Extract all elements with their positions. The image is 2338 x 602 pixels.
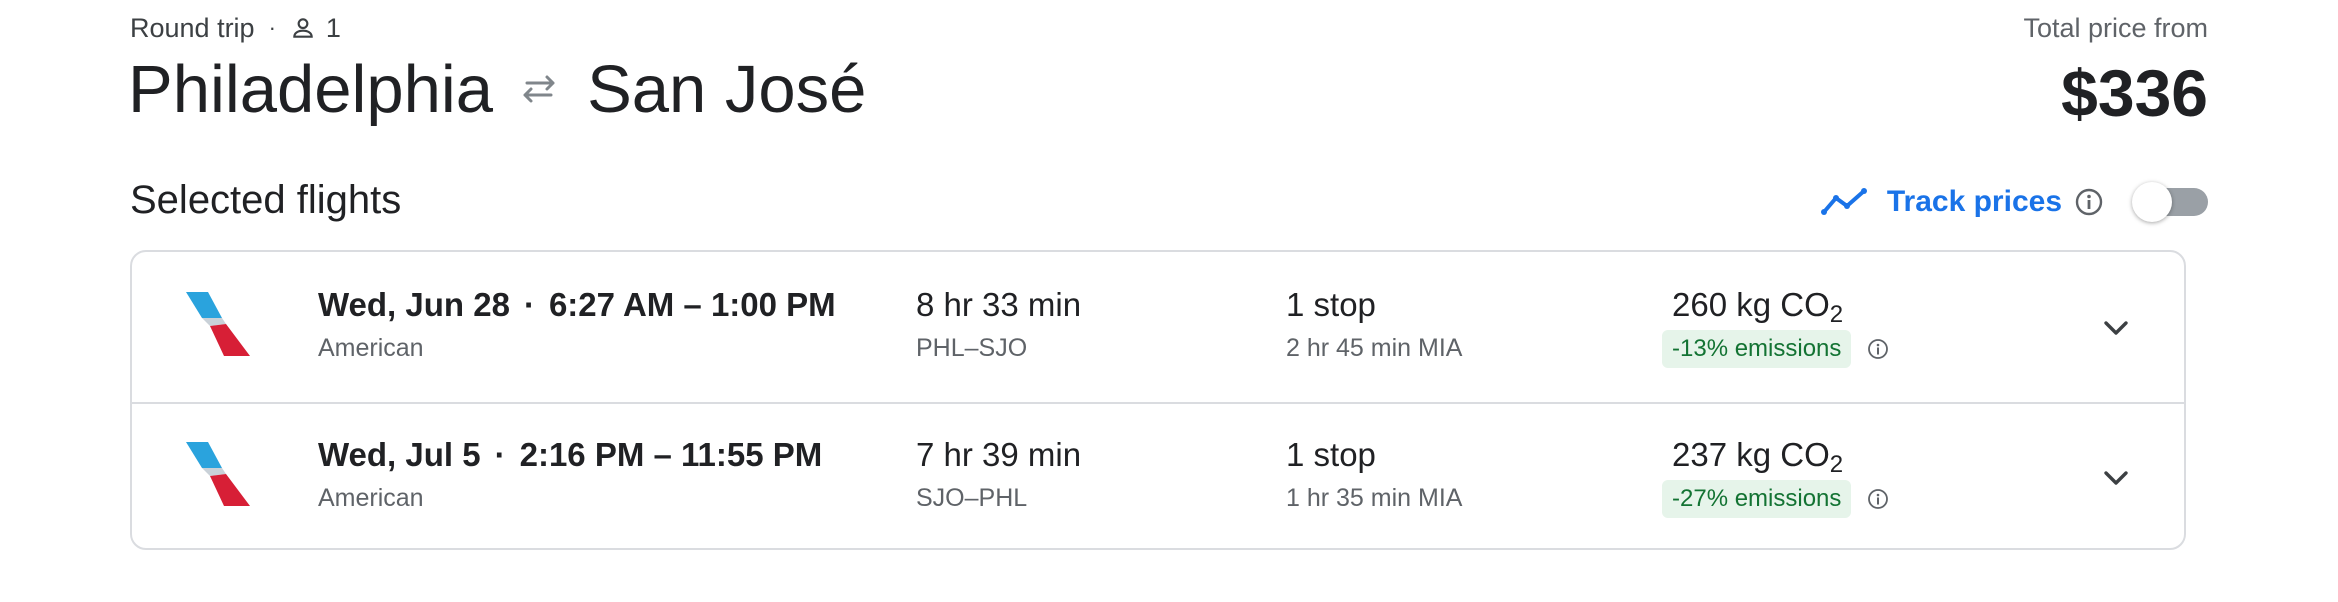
route-title: Philadelphia San José [128, 44, 866, 134]
flight-times: Wed, Jun 28 · 6:27 AM – 1:00 PM American [318, 282, 836, 368]
emissions-subscript: 2 [1829, 301, 1844, 328]
flight-emissions: 237 kg CO2 -27% emissions [1662, 432, 1889, 518]
track-prices-label[interactable]: Track prices [1887, 185, 2062, 219]
flight-row-outbound[interactable]: Wed, Jun 28 · 6:27 AM – 1:00 PM American 8… [132, 252, 2184, 404]
flight-emissions: 260 kg CO2 -13% emissions [1662, 282, 1889, 368]
flight-stops: 1 stop 1 hr 35 min MIA [1286, 432, 1462, 518]
emissions-badge: -13% emissions [1662, 330, 1852, 368]
trip-type[interactable]: Round trip [130, 13, 255, 44]
info-icon[interactable] [2074, 187, 2104, 217]
separator-dot: · [523, 286, 535, 323]
airline-name: American [318, 484, 424, 512]
track-prices-toggle[interactable] [2132, 182, 2208, 222]
track-prices: Track prices [1820, 174, 2208, 230]
emissions-amount: 260 kg CO [1672, 286, 1830, 323]
separator-dot: · [494, 436, 506, 473]
layover-info: 2 hr 45 min MIA [1286, 334, 1463, 362]
selected-flights-card: Wed, Jun 28 · 6:27 AM – 1:00 PM American 8… [130, 250, 2186, 550]
emissions-value: 260 kg CO2 [1672, 282, 1889, 328]
flight-duration: 8 hr 33 min PHL–SJO [916, 282, 1081, 368]
chevron-down-icon[interactable] [2098, 310, 2134, 346]
person-icon [293, 18, 313, 38]
route-code: PHL–SJO [916, 334, 1028, 362]
flight-summary-page: Round trip · 1 Philadelphia San José Tot… [0, 0, 2338, 602]
flight-times-value: 2:16 PM – 11:55 PM [519, 436, 823, 473]
price-block: Total price from $336 [2023, 8, 2208, 138]
flight-row-return[interactable]: Wed, Jul 5 · 2:16 PM – 11:55 PM American 7… [132, 402, 2184, 552]
american-airlines-logo [186, 292, 250, 356]
emissions-subscript: 2 [1829, 451, 1844, 478]
emissions-badge-row: -27% emissions [1662, 480, 1889, 518]
date-time-line: Wed, Jun 28 · 6:27 AM – 1:00 PM [318, 282, 836, 328]
flight-times-value: 6:27 AM – 1:00 PM [548, 286, 836, 323]
total-price: $336 [2061, 56, 2208, 130]
chevron-down-icon[interactable] [2098, 460, 2134, 496]
flight-date: Wed, Jun 28 [318, 286, 510, 323]
origin-city: Philadelphia [128, 51, 494, 127]
price-label: Total price from [2023, 13, 2208, 43]
stops-count: 1 stop [1286, 286, 1376, 323]
toggle-knob [2132, 182, 2172, 222]
info-icon[interactable] [1867, 338, 1889, 360]
layover-info: 1 hr 35 min MIA [1286, 484, 1463, 512]
emissions-value: 237 kg CO2 [1672, 432, 1889, 478]
info-icon[interactable] [1867, 488, 1889, 510]
date-time-line: Wed, Jul 5 · 2:16 PM – 11:55 PM [318, 432, 822, 478]
route-code: SJO–PHL [916, 484, 1028, 512]
swap-arrows-icon [523, 75, 555, 103]
trend-line-icon [1820, 188, 1867, 215]
stops-count: 1 stop [1286, 436, 1376, 473]
flight-date: Wed, Jul 5 [318, 436, 481, 473]
flight-times: Wed, Jul 5 · 2:16 PM – 11:55 PM American [318, 432, 822, 518]
airline-name: American [318, 334, 424, 362]
duration-value: 8 hr 33 min [916, 286, 1082, 323]
passenger-count[interactable]: 1 [326, 13, 341, 44]
emissions-badge: -27% emissions [1662, 480, 1852, 518]
emissions-badge-row: -13% emissions [1662, 330, 1889, 368]
american-airlines-logo [186, 442, 250, 506]
section-title: Selected flights [130, 178, 402, 222]
flight-stops: 1 stop 2 hr 45 min MIA [1286, 282, 1462, 368]
duration-value: 7 hr 39 min [916, 436, 1082, 473]
separator-dot: · [268, 15, 276, 40]
trip-meta: Round trip · 1 [130, 8, 341, 48]
emissions-amount: 237 kg CO [1672, 436, 1830, 473]
destination-city: San José [587, 51, 867, 127]
flight-duration: 7 hr 39 min SJO–PHL [916, 432, 1081, 518]
